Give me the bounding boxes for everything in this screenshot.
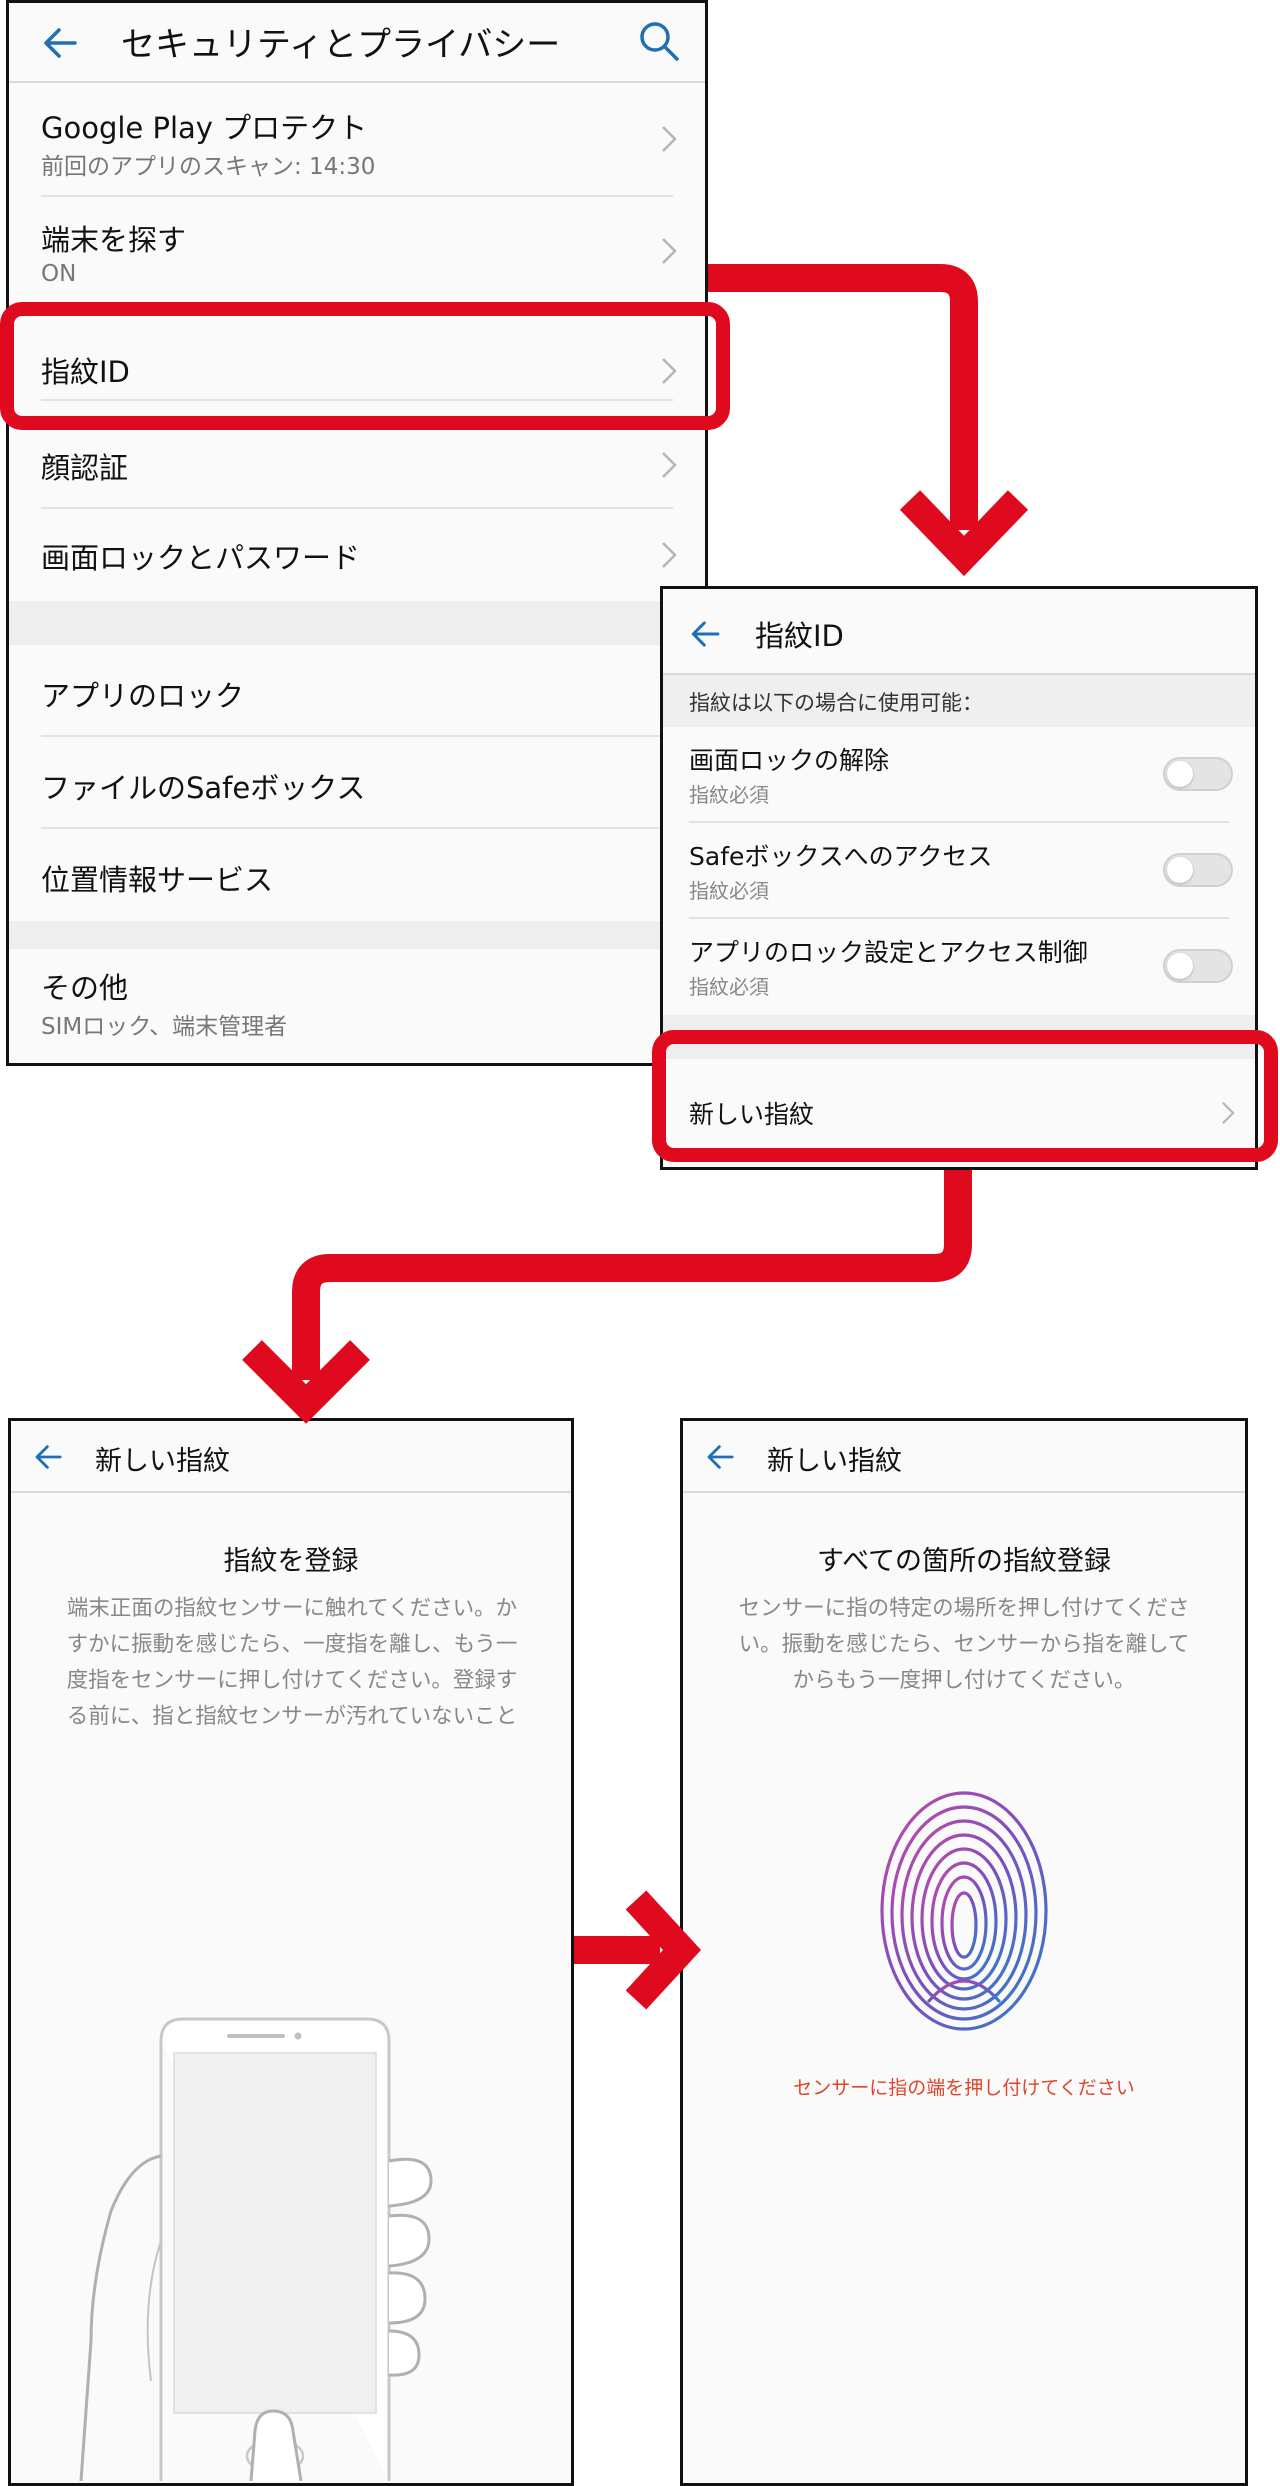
arrow-line-1 (708, 264, 978, 530)
flow-arrows (242, 264, 1029, 2010)
arrow-line-2 (292, 1170, 972, 1380)
